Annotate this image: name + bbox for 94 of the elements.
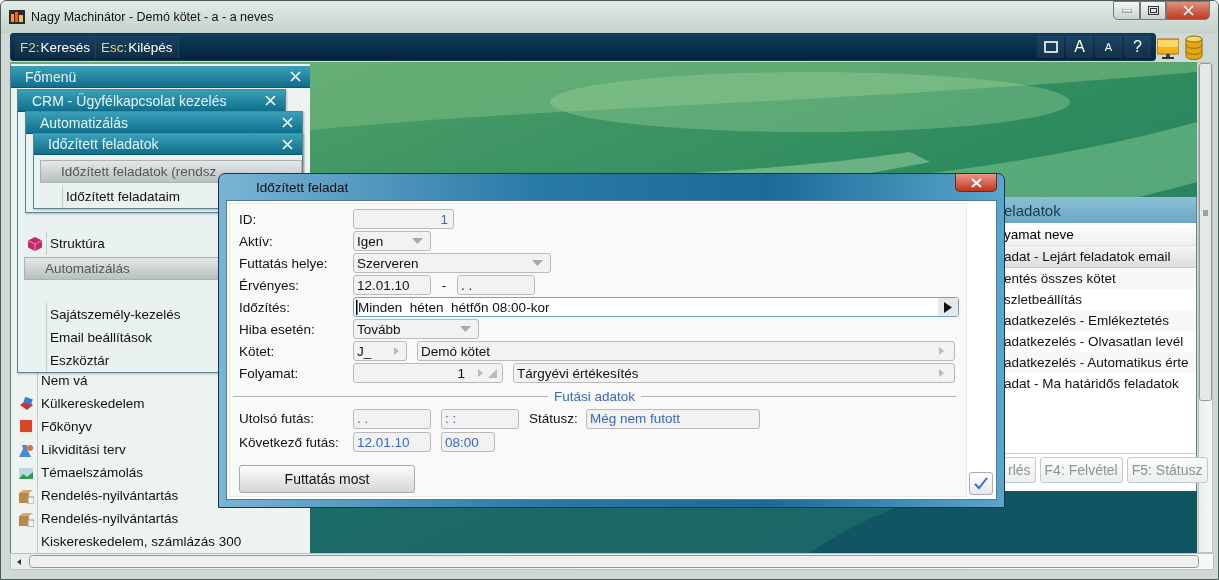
close-icon bbox=[969, 176, 983, 189]
close-icon bbox=[1181, 4, 1195, 17]
scrollbar[interactable] bbox=[10, 553, 1214, 570]
dropdown-field[interactable]: Szerveren bbox=[353, 253, 551, 273]
field-label: Folyamat: bbox=[239, 365, 300, 381]
range-separator: - bbox=[440, 277, 448, 293]
check-icon bbox=[973, 477, 988, 490]
command-button[interactable]: Esc:Kilépés bbox=[96, 36, 179, 58]
menu-item[interactable]: Témaelszámolás bbox=[41, 465, 144, 480]
field-label: Hiba esetén: bbox=[239, 321, 316, 337]
date-field[interactable]: 12.01.10 bbox=[353, 432, 431, 452]
date-field[interactable]: 12.01.10 bbox=[353, 275, 431, 295]
cube-icon bbox=[27, 235, 43, 252]
close-icon bbox=[289, 70, 302, 83]
arrow-right-icon bbox=[944, 301, 952, 313]
maximize-icon bbox=[1147, 6, 1159, 15]
menu-item[interactable]: Nem vá bbox=[41, 373, 88, 388]
arrow-right-icon bbox=[477, 368, 484, 378]
arrow-right-icon bbox=[938, 346, 945, 356]
date-field[interactable]: . . bbox=[457, 275, 535, 295]
field-label: ID: bbox=[239, 211, 258, 227]
box-icon bbox=[18, 510, 34, 527]
scroll-thumb[interactable] bbox=[1199, 63, 1212, 401]
run-now-button[interactable]: Futtatás most bbox=[239, 465, 415, 493]
command-button[interactable]: F2:Keresés bbox=[15, 36, 97, 58]
menu-item[interactable]: Főkönyv bbox=[41, 419, 93, 434]
menu-item[interactable]: Rendelés-nyilvántartás bbox=[41, 488, 179, 503]
field-label: Érvényes: bbox=[239, 277, 301, 293]
arrow-right-icon bbox=[938, 368, 945, 378]
confirm-button[interactable] bbox=[968, 472, 993, 495]
window-button[interactable] bbox=[1037, 36, 1064, 58]
menu-item[interactable]: Rendelés-nyilvántartás bbox=[41, 511, 179, 526]
minimize-button[interactable] bbox=[1113, 1, 1140, 20]
list-row[interactable]: adat - Lejárt feladatok email bbox=[1004, 246, 1196, 268]
status-field[interactable]: Még nem futott bbox=[586, 408, 760, 429]
list-row[interactable]: adatkezelés - Emlékeztetés bbox=[1004, 310, 1196, 331]
monitor-icon[interactable] bbox=[1157, 36, 1179, 59]
close-icon bbox=[281, 116, 294, 129]
field-label: Aktív: bbox=[239, 233, 274, 249]
scroll-left-icon[interactable] bbox=[15, 557, 23, 566]
font-button[interactable]: A bbox=[1066, 36, 1093, 58]
window-title: Időzített feladatok bbox=[48, 136, 159, 152]
menu-item[interactable]: Likviditási terv bbox=[41, 442, 126, 457]
time-field[interactable]: : : bbox=[441, 408, 519, 429]
picker-button[interactable] bbox=[938, 298, 958, 316]
caret-icon bbox=[460, 326, 471, 332]
window-title: Nagy Machinátor - Demó kötet - a - a neves bbox=[31, 10, 274, 24]
date-field[interactable]: . . bbox=[353, 408, 431, 429]
dropdown-field[interactable]: Tovább bbox=[353, 319, 479, 339]
close-icon bbox=[264, 94, 277, 107]
maximize-button[interactable] bbox=[1140, 1, 1166, 20]
close-icon bbox=[281, 137, 294, 151]
close-button[interactable] bbox=[1166, 1, 1210, 20]
menu-item[interactable]: Email beállítások bbox=[50, 330, 153, 345]
code-field[interactable]: J_ bbox=[353, 341, 407, 361]
caret-icon bbox=[532, 260, 543, 266]
dropdown-field[interactable]: Igen bbox=[353, 231, 431, 251]
schedule-field[interactable]: Minden héten hétfőn 08:00-kor bbox=[353, 297, 959, 317]
app-icon bbox=[9, 10, 25, 24]
scroll-thumb[interactable] bbox=[29, 555, 1199, 568]
font-button[interactable]: A bbox=[1095, 36, 1122, 58]
list-row[interactable]: adatkezelés - Automatikus érte bbox=[1004, 352, 1196, 373]
lookup-field[interactable]: Demó kötet bbox=[417, 341, 955, 361]
list-row[interactable]: entés összes kötet bbox=[1004, 268, 1196, 289]
close-button[interactable] bbox=[955, 174, 997, 192]
section-title: Futási adatok bbox=[554, 389, 636, 404]
window-title: Automatizálás bbox=[40, 114, 128, 131]
field-label: Státusz: bbox=[529, 411, 579, 426]
tools-icon bbox=[18, 395, 34, 412]
menu-item[interactable]: Külkereskedelem bbox=[41, 396, 145, 411]
menu-item[interactable]: Struktúra bbox=[50, 236, 105, 251]
time-field[interactable]: 08:00 bbox=[441, 432, 495, 452]
field-label: Kötet: bbox=[239, 343, 276, 359]
font-button[interactable]: ? bbox=[1124, 36, 1151, 58]
arrow-right-icon bbox=[393, 346, 400, 356]
panel-title: eladatok bbox=[1004, 197, 1196, 223]
field-label: Időzítés: bbox=[239, 299, 292, 315]
field-label: Utolsó futás: bbox=[239, 411, 316, 426]
square-icon bbox=[1043, 41, 1058, 53]
field-label: Következő futás: bbox=[239, 434, 340, 450]
database-icon[interactable] bbox=[1185, 35, 1203, 60]
window-title: Főmenü bbox=[25, 68, 77, 85]
book-icon bbox=[18, 418, 34, 435]
menu-item[interactable]: Kiskereskedelem, számlázás 300 bbox=[41, 534, 242, 549]
input-field[interactable]: 1 bbox=[353, 209, 454, 229]
code-field[interactable]: 1 bbox=[353, 363, 503, 383]
menu-item[interactable]: Eszköztár bbox=[50, 353, 110, 368]
menu-item[interactable]: Időzített feladataim bbox=[66, 189, 181, 204]
resize-corner-icon bbox=[488, 368, 497, 378]
lookup-field[interactable]: Tárgyévi értékesítés bbox=[513, 363, 955, 383]
menu-item[interactable]: Sajátszemély-kezelés bbox=[50, 307, 181, 322]
minimize-icon bbox=[1121, 8, 1132, 13]
window-title: CRM - Ügyfélkapcsolat kezelés bbox=[32, 92, 227, 109]
box-icon bbox=[18, 487, 34, 504]
